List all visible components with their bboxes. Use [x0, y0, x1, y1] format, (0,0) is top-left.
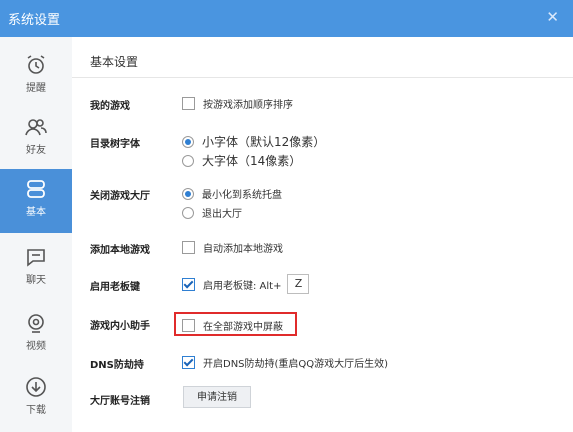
option-sort-by-order[interactable]: 按游戏添加顺序排序 — [182, 96, 293, 111]
alarm-clock-icon — [27, 55, 45, 74]
large-font-label: 大字体（14像素） — [202, 154, 302, 168]
label-assistant: 游戏内小助手 — [90, 321, 150, 332]
settings-icon — [27, 180, 45, 198]
sidebar-item-label: 基本 — [26, 207, 46, 218]
auto-add-checkbox[interactable] — [182, 241, 195, 254]
sidebar-item-basic[interactable]: 基本 — [0, 169, 72, 233]
sidebar-item-chat[interactable]: 聊天 — [0, 237, 72, 295]
label-boss-key: 启用老板键 — [90, 282, 140, 293]
boss-key-checkbox[interactable] — [182, 277, 195, 291]
chat-icon — [27, 249, 45, 267]
sidebar-item-label: 聊天 — [26, 275, 46, 286]
block-checkbox[interactable] — [182, 319, 195, 332]
close-icon[interactable]: ✕ — [546, 8, 559, 26]
sidebar-item-label: 好友 — [26, 145, 46, 156]
option-auto-add[interactable]: 自动添加本地游戏 — [182, 240, 283, 255]
large-font-radio[interactable] — [182, 154, 194, 167]
label-dns: DNS防劫持 — [90, 360, 144, 371]
label-account: 大厅账号注销 — [90, 396, 150, 407]
sidebar-item-label: 提醒 — [26, 83, 46, 94]
exit-radio[interactable] — [182, 206, 194, 219]
label-tree-font: 目录树字体 — [90, 139, 140, 150]
sidebar-item-reminder[interactable]: 提醒 — [0, 45, 72, 103]
small-font-label: 小字体（默认12像素） — [202, 135, 326, 149]
sort-label: 按游戏添加顺序排序 — [203, 100, 293, 111]
page-title: 基本设置 — [90, 55, 139, 69]
radio-large-font[interactable]: 大字体（14像素） — [182, 152, 301, 169]
label-my-games: 我的游戏 — [90, 101, 130, 112]
option-boss-key[interactable]: 启用老板键: Alt+ Z — [182, 274, 310, 294]
sidebar: 提醒 好友 基本 聊天 视频 下载 — [0, 37, 72, 432]
divider — [72, 77, 573, 78]
boss-key-label: 启用老板键: Alt+ — [203, 280, 282, 292]
radio-exit-hall[interactable]: 退出大厅 — [182, 205, 242, 220]
label-close-hall: 关闭游戏大厅 — [90, 191, 150, 202]
auto-add-label: 自动添加本地游戏 — [203, 244, 283, 255]
label-add-local: 添加本地游戏 — [90, 245, 150, 256]
radio-small-font[interactable]: 小字体（默认12像素） — [182, 133, 325, 150]
dns-checkbox[interactable] — [182, 356, 195, 369]
sort-checkbox[interactable] — [182, 97, 195, 110]
small-font-radio[interactable] — [182, 135, 194, 148]
block-label: 在全部游戏中屏蔽 — [203, 322, 283, 333]
settings-window: 系统设置 ✕ 提醒 好友 基本 聊天 视频 下载 基本设置 我的游戏 按游戏添加… — [0, 0, 573, 432]
minimize-label: 最小化到系统托盘 — [202, 190, 282, 201]
settings-panel: 基本设置 我的游戏 按游戏添加顺序排序 目录树字体 小字体（默认12像素） 大字… — [72, 37, 573, 432]
window-title: 系统设置 — [8, 13, 61, 28]
sidebar-item-friends[interactable]: 好友 — [0, 107, 72, 165]
sidebar-item-label: 视频 — [26, 341, 46, 352]
dns-label: 开启DNS防劫持(重启QQ游戏大厅后生效) — [203, 359, 389, 370]
video-icon — [28, 314, 44, 333]
radio-minimize-tray[interactable]: 最小化到系统托盘 — [182, 186, 282, 201]
sidebar-item-download[interactable]: 下载 — [0, 367, 72, 425]
option-dns[interactable]: 开启DNS防劫持(重启QQ游戏大厅后生效) — [182, 355, 388, 370]
sidebar-item-label: 下载 — [26, 405, 46, 416]
hotkey-input[interactable]: Z — [287, 274, 310, 294]
option-block-all[interactable]: 在全部游戏中屏蔽 — [182, 318, 283, 333]
friends-icon — [25, 119, 47, 136]
title-bar: 系统设置 ✕ — [0, 0, 573, 37]
exit-label: 退出大厅 — [202, 209, 242, 220]
download-icon — [26, 377, 46, 397]
sidebar-item-video[interactable]: 视频 — [0, 303, 72, 361]
apply-cancel-button[interactable]: 申请注销 — [183, 386, 251, 408]
minimize-radio[interactable] — [182, 187, 194, 200]
